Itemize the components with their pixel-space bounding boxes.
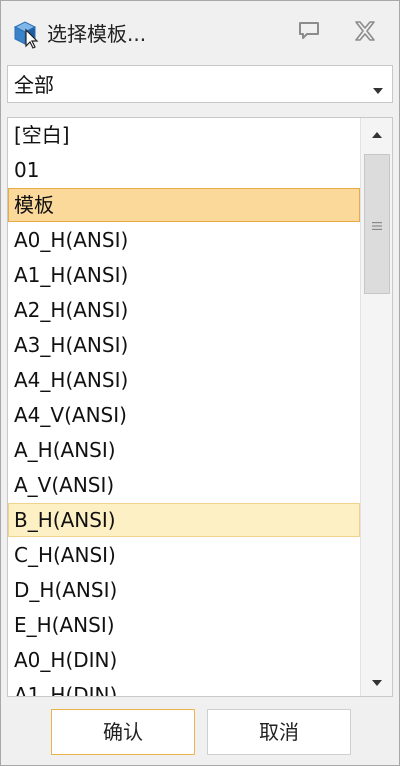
list-item[interactable]: D_H(ANSI) <box>8 573 360 607</box>
scroll-up-button[interactable] <box>361 118 392 148</box>
list-item[interactable]: C_H(ANSI) <box>8 538 360 572</box>
list-item[interactable]: [空白] <box>8 118 360 152</box>
list-item[interactable]: A_V(ANSI) <box>8 468 360 502</box>
list-item[interactable]: A2_H(ANSI) <box>8 293 360 327</box>
close-icon <box>353 20 377 46</box>
vertical-scrollbar[interactable] <box>360 118 392 696</box>
list-item[interactable]: A1_H(ANSI) <box>8 258 360 292</box>
list-item[interactable]: A4_H(ANSI) <box>8 363 360 397</box>
list-item[interactable]: A4_V(ANSI) <box>8 398 360 432</box>
scroll-thumb[interactable] <box>364 154 390 294</box>
list-item[interactable]: A_H(ANSI) <box>8 433 360 467</box>
template-list[interactable]: [空白] 01 模板 A0_H(ANSI) A1_H(ANSI) A2_H(ANSI) A3… <box>7 117 393 697</box>
cancel-button[interactable]: 取消 <box>207 709 351 755</box>
list-item[interactable]: A0_H(DIN) <box>8 643 360 677</box>
list-item[interactable]: A3_H(ANSI) <box>8 328 360 362</box>
dialog-title: 选择模板... <box>47 22 147 46</box>
template-list-items: [空白] 01 模板 A0_H(ANSI) A1_H(ANSI) A2_H(ANSI) A3… <box>8 118 360 696</box>
list-item[interactable]: A1_H(DIN) <box>8 678 360 696</box>
grip-lines-icon <box>372 215 382 234</box>
cube-cursor-icon <box>11 19 41 49</box>
title-bar[interactable]: 选择模板... <box>1 1 399 57</box>
list-item[interactable]: 01 <box>8 153 360 187</box>
chevron-down-icon[interactable] <box>372 80 384 99</box>
close-button[interactable] <box>347 17 383 49</box>
select-template-dialog: 选择模板... 全部 [空白] 01 模板 A0_H(ANSI) A1_H(ANSI) A… <box>0 0 400 766</box>
scroll-down-button[interactable] <box>361 666 392 696</box>
arrow-down-icon <box>371 672 383 691</box>
help-button[interactable] <box>291 17 327 49</box>
list-item[interactable]: E_H(ANSI) <box>8 608 360 642</box>
dropdown-value: 全部 <box>14 73 54 97</box>
list-item[interactable]: A0_H(ANSI) <box>8 223 360 257</box>
speech-bubble-icon <box>298 21 320 45</box>
confirm-button[interactable]: 确认 <box>51 709 195 755</box>
list-item[interactable]: 模板 <box>8 188 360 222</box>
list-item[interactable]: B_H(ANSI) <box>8 503 360 537</box>
arrow-up-icon <box>371 124 383 143</box>
template-category-dropdown[interactable]: 全部 <box>7 65 393 103</box>
